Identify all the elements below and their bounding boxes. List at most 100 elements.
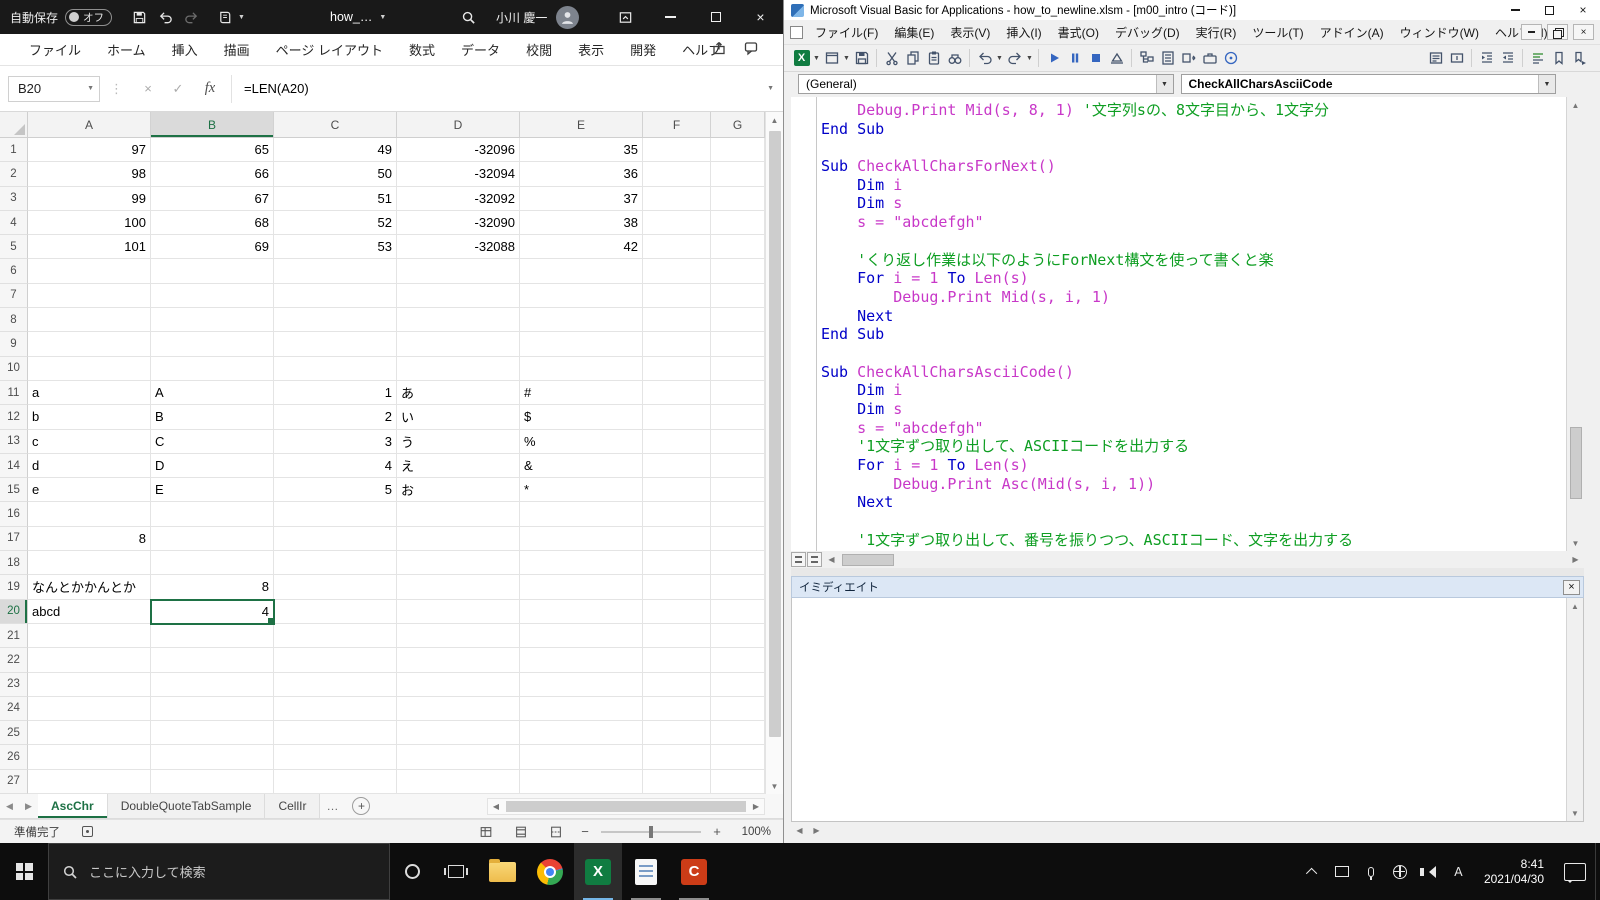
vba-menu[interactable]: ファイル(F) — [807, 24, 886, 41]
cell-G6[interactable] — [711, 259, 765, 283]
ribbon-tab[interactable]: 開発 — [617, 34, 669, 65]
cell-D17[interactable] — [397, 527, 520, 551]
vertical-scrollbar[interactable]: ▲ ▼ — [765, 112, 783, 794]
cell-D11[interactable]: あ — [397, 381, 520, 405]
sheet-tabs-overflow[interactable]: … — [320, 799, 344, 813]
row-header-16[interactable]: 16 — [0, 502, 28, 526]
cell-G8[interactable] — [711, 308, 765, 332]
cell-D19[interactable] — [397, 575, 520, 599]
margin-indicator-bar[interactable] — [791, 97, 817, 551]
cell-F2[interactable] — [643, 162, 711, 186]
minimize-button[interactable] — [648, 0, 693, 34]
cell-D25[interactable] — [397, 721, 520, 745]
cell-E26[interactable] — [520, 745, 643, 769]
sheet-tab-CellIr[interactable]: CellIr — [265, 794, 320, 818]
ribbon-tab[interactable]: ファイル — [16, 34, 94, 65]
cell-G13[interactable] — [711, 430, 765, 454]
cell-E10[interactable] — [520, 357, 643, 381]
autosave-toggle[interactable]: 自動保存 オフ — [10, 9, 112, 26]
cell-A16[interactable] — [28, 502, 151, 526]
cell-G16[interactable] — [711, 502, 765, 526]
code-line[interactable]: Debug.Print Mid(s, 8, 1) '文字列sの、8文字目から、1… — [821, 101, 1566, 120]
cell-F13[interactable] — [643, 430, 711, 454]
cell-F8[interactable] — [643, 308, 711, 332]
cell-A24[interactable] — [28, 697, 151, 721]
cell-A12[interactable]: b — [28, 405, 151, 429]
row-header-4[interactable]: 4 — [0, 211, 28, 235]
cell-A27[interactable] — [28, 770, 151, 794]
zoom-slider-knob[interactable] — [649, 826, 653, 838]
search-button[interactable] — [455, 4, 481, 30]
macro-record-icon[interactable] — [82, 826, 93, 837]
column-header-B[interactable]: B — [151, 112, 274, 138]
cell-F18[interactable] — [643, 551, 711, 575]
row-header-26[interactable]: 26 — [0, 745, 28, 769]
cell-D18[interactable] — [397, 551, 520, 575]
cell-D1[interactable]: -32096 — [397, 138, 520, 162]
cell-B11[interactable]: A — [151, 381, 274, 405]
dropdown-caret-icon[interactable]: ▼ — [1156, 75, 1173, 93]
sheet-nav-right-icon[interactable]: ▶ — [19, 801, 38, 812]
zoom-level[interactable]: 100% — [733, 826, 771, 838]
cell-G10[interactable] — [711, 357, 765, 381]
cell-E14[interactable]: & — [520, 454, 643, 478]
cell-G15[interactable] — [711, 478, 765, 502]
code-line[interactable]: Debug.Print Asc(Mid(s, i, 1)) — [821, 475, 1566, 494]
network-status[interactable] — [1386, 843, 1415, 900]
cell-G20[interactable] — [711, 600, 765, 624]
help-button[interactable] — [1220, 48, 1241, 69]
cell-C20[interactable] — [274, 600, 397, 624]
cell-F24[interactable] — [643, 697, 711, 721]
confirm-entry-button[interactable]: ✓ — [163, 81, 193, 97]
view-host-excel-button[interactable]: X — [791, 48, 812, 69]
cell-F20[interactable] — [643, 600, 711, 624]
cell-G7[interactable] — [711, 284, 765, 308]
cell-D12[interactable]: い — [397, 405, 520, 429]
row-header-7[interactable]: 7 — [0, 284, 28, 308]
code-line[interactable] — [821, 138, 1566, 157]
cell-E12[interactable]: $ — [520, 405, 643, 429]
sheet-nav-left-icon[interactable]: ◀ — [0, 801, 19, 812]
cell-G27[interactable] — [711, 770, 765, 794]
cell-A18[interactable] — [28, 551, 151, 575]
cell-C3[interactable]: 51 — [274, 187, 397, 211]
cell-E3[interactable]: 37 — [520, 187, 643, 211]
code-line[interactable]: End Sub — [821, 325, 1566, 344]
row-header-13[interactable]: 13 — [0, 430, 28, 454]
cell-F26[interactable] — [643, 745, 711, 769]
cortana-button[interactable] — [390, 843, 434, 900]
redo-button[interactable] — [178, 4, 204, 30]
sheet-tab-AscChr[interactable]: AscChr — [38, 794, 108, 818]
cell-C7[interactable] — [274, 284, 397, 308]
cell-C11[interactable]: 1 — [274, 381, 397, 405]
insert-function-button[interactable]: fx — [193, 80, 227, 97]
cell-B1[interactable]: 65 — [151, 138, 274, 162]
row-header-8[interactable]: 8 — [0, 308, 28, 332]
cell-E8[interactable] — [520, 308, 643, 332]
copy-button[interactable] — [902, 48, 923, 69]
cell-F9[interactable] — [643, 332, 711, 356]
cell-G25[interactable] — [711, 721, 765, 745]
cell-D5[interactable]: -32088 — [397, 235, 520, 259]
code-line[interactable]: For i = 1 To Len(s) — [821, 269, 1566, 288]
zoom-out-button[interactable]: − — [578, 824, 592, 839]
cell-B9[interactable] — [151, 332, 274, 356]
row-header-14[interactable]: 14 — [0, 454, 28, 478]
cell-E4[interactable]: 38 — [520, 211, 643, 235]
name-box-caret-icon[interactable]: ▼ — [87, 85, 94, 92]
code-line[interactable]: Debug.Print Mid(s, i, 1) — [821, 288, 1566, 307]
next-bookmark-button[interactable] — [1569, 48, 1590, 69]
code-line[interactable]: '1文字ずつ取り出して、ASCIIコードを出力する — [821, 437, 1566, 456]
cell-B16[interactable] — [151, 502, 274, 526]
code-line[interactable]: s = "abcdefgh" — [821, 213, 1566, 232]
cell-C5[interactable]: 53 — [274, 235, 397, 259]
cell-D15[interactable]: お — [397, 478, 520, 502]
window-splitter[interactable] — [791, 568, 1584, 576]
page-break-view-button[interactable] — [543, 825, 569, 839]
cell-B12[interactable]: B — [151, 405, 274, 429]
ribbon-tab[interactable]: 校閲 — [513, 34, 565, 65]
cell-F16[interactable] — [643, 502, 711, 526]
redo-button[interactable] — [1004, 48, 1025, 69]
redo-caret-icon[interactable]: ▼ — [1025, 55, 1034, 62]
ribbon-tab[interactable]: 描画 — [211, 34, 263, 65]
